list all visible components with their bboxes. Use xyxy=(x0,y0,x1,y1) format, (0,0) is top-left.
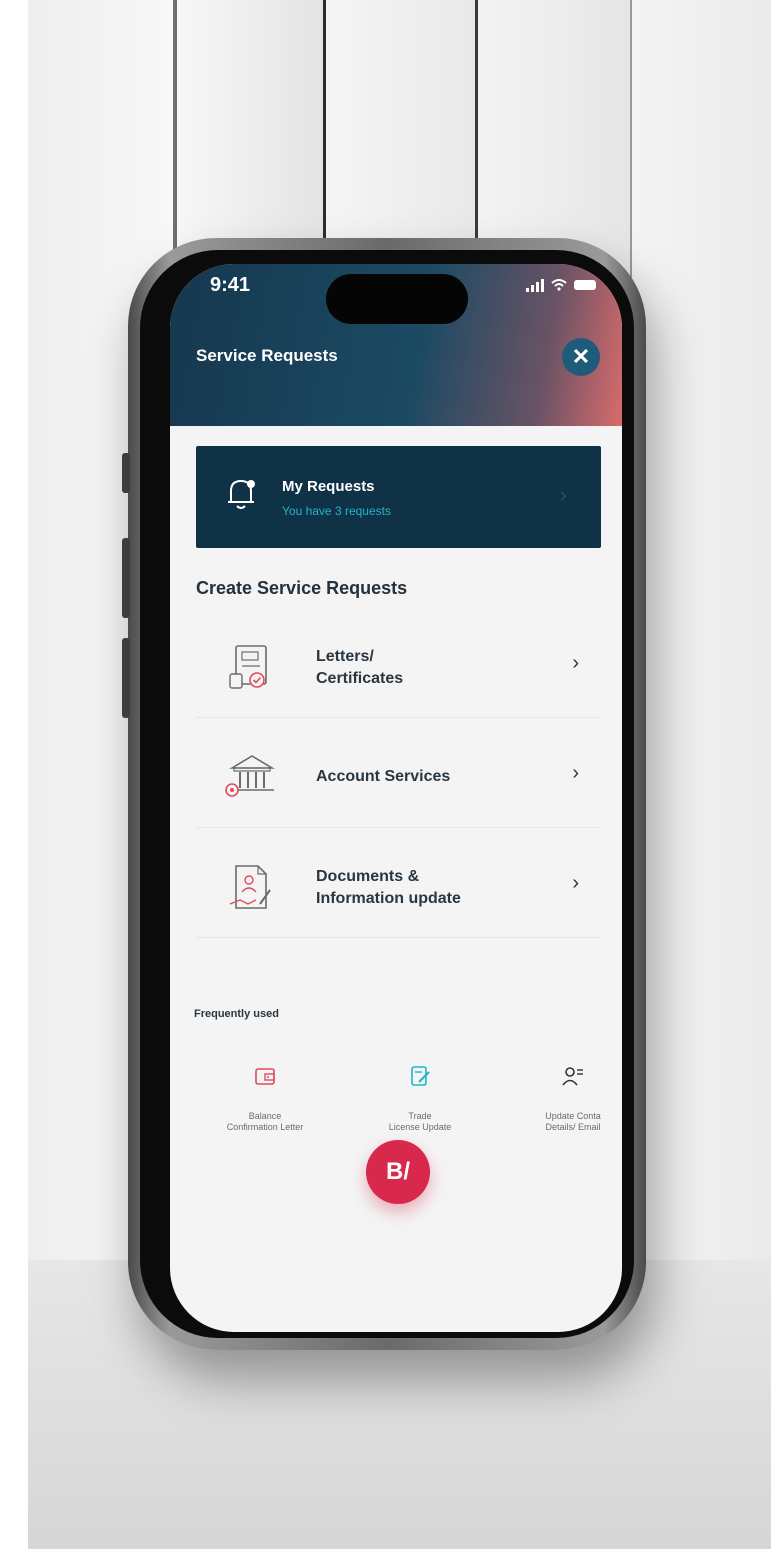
quick-action-trade-license[interactable]: Trade License Update xyxy=(360,1064,480,1133)
wallet-icon xyxy=(255,1068,275,1085)
document-edit-icon xyxy=(229,865,271,909)
battery-icon xyxy=(574,280,596,290)
status-icons xyxy=(526,278,596,292)
chevron-right-icon: › xyxy=(572,762,579,784)
phone-side-button xyxy=(122,453,130,493)
phone-side-button xyxy=(122,638,130,718)
wifi-icon xyxy=(551,279,567,291)
service-item-label-line: Information update xyxy=(316,890,461,907)
bank-icon xyxy=(225,755,275,797)
app-screen: 9:41 Service Requests ✕ My Requests You … xyxy=(170,264,622,1332)
quick-action-label: Confirmation Letter xyxy=(226,1122,304,1132)
service-item-label: Documents & Information update xyxy=(316,866,461,910)
my-requests-title: My Requests xyxy=(282,478,375,495)
quick-action-label: Balance xyxy=(248,1111,282,1121)
service-item-label-line: Letters/ xyxy=(316,648,374,665)
bank-logo-button[interactable]: B/ xyxy=(366,1140,430,1204)
background-panel xyxy=(630,0,771,1260)
quick-action-balance-letter[interactable]: Balance Confirmation Letter xyxy=(200,1064,330,1133)
user-contact-icon xyxy=(562,1067,583,1086)
quick-action-label: Update Conta xyxy=(545,1111,601,1121)
service-item-account[interactable]: Account Services › xyxy=(196,726,601,828)
phone-device: 9:41 Service Requests ✕ My Requests You … xyxy=(122,238,646,1350)
chevron-right-icon: › xyxy=(559,482,567,507)
bell-icon xyxy=(228,479,255,509)
page-title: Service Requests xyxy=(196,346,338,365)
section-title: Create Service Requests xyxy=(196,578,408,598)
license-edit-icon xyxy=(411,1066,430,1086)
service-item-documents[interactable]: Documents & Information update › xyxy=(196,836,601,938)
chevron-right-icon: › xyxy=(572,652,579,674)
service-item-label: Letters/ Certificates xyxy=(316,646,403,690)
background-edge xyxy=(0,0,28,1549)
service-item-label: Account Services xyxy=(316,766,450,788)
dynamic-island xyxy=(326,274,468,324)
phone-side-button xyxy=(122,538,130,618)
quick-action-update-contact[interactable]: Update Conta Details/ Email xyxy=(518,1064,622,1133)
my-requests-card[interactable]: My Requests You have 3 requests › xyxy=(196,446,601,548)
my-requests-count: You have 3 requests xyxy=(282,504,391,518)
status-time: 9:41 xyxy=(210,274,251,296)
quick-action-label: License Update xyxy=(388,1122,452,1132)
close-button[interactable]: ✕ xyxy=(562,338,600,376)
service-item-label-line: Documents & xyxy=(316,868,420,885)
service-item-label-line: Account Services xyxy=(316,768,451,785)
app-header: 9:41 Service Requests ✕ xyxy=(170,264,622,426)
signal-icon xyxy=(526,278,544,292)
frequently-used-title: Frequently used xyxy=(194,1008,279,1020)
quick-action-label: Trade xyxy=(408,1111,432,1121)
service-item-letters[interactable]: Letters/ Certificates › xyxy=(196,616,601,718)
service-item-label-line: Certificates xyxy=(316,670,404,687)
certificate-icon xyxy=(229,645,267,689)
quick-action-label: Details/ Email xyxy=(545,1122,601,1132)
chevron-right-icon: › xyxy=(572,872,579,894)
